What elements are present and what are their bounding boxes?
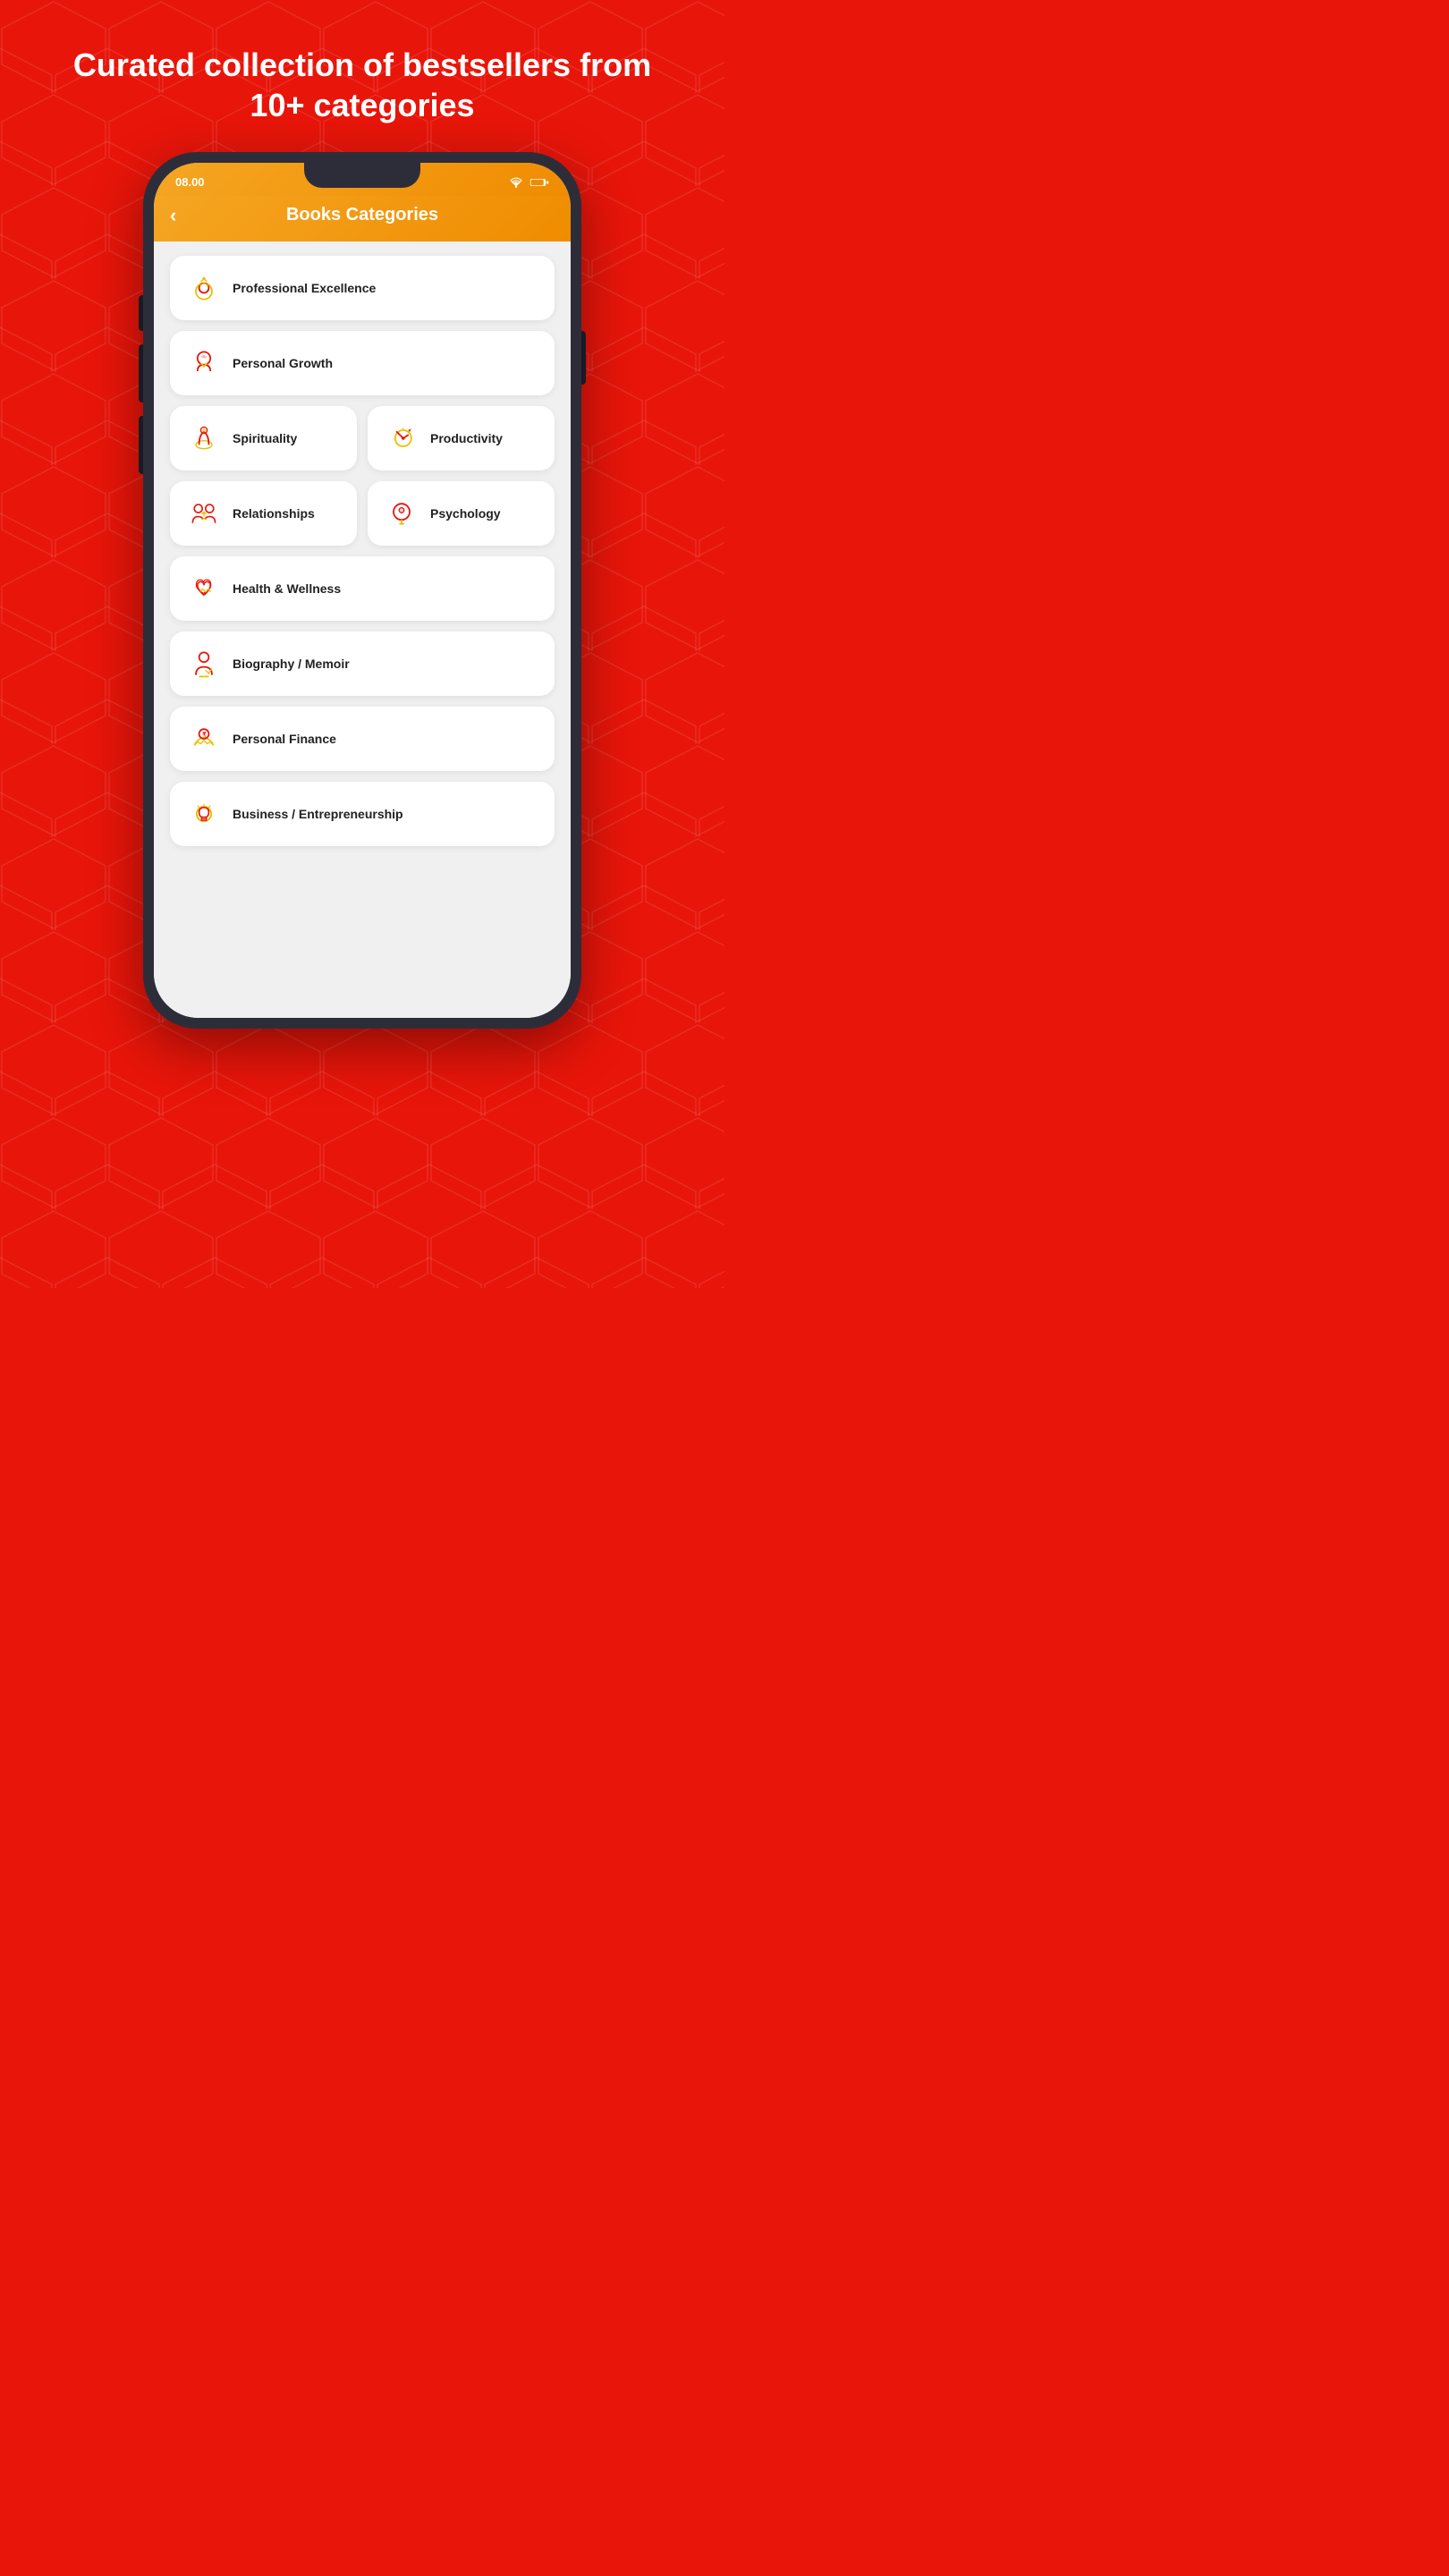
- category-item-health-wellness[interactable]: Health & Wellness: [170, 556, 555, 621]
- biography-memoir-label: Biography / Memoir: [233, 657, 350, 672]
- psychology-icon: [384, 496, 419, 531]
- categories-list: Professional Excellence Personal Growth: [154, 242, 571, 1018]
- back-button[interactable]: ‹: [170, 204, 176, 227]
- business-icon: [186, 796, 222, 832]
- personal-growth-label: Personal Growth: [233, 356, 333, 371]
- phone-screen: 08.00 ‹ Books Categories: [154, 163, 571, 1018]
- relationships-label: Relationships: [233, 506, 315, 521]
- professional-excellence-icon: [186, 270, 222, 306]
- productivity-label: Productivity: [430, 431, 503, 446]
- spirituality-icon: [186, 420, 222, 456]
- phone-mockup: 08.00 ‹ Books Categories: [143, 152, 581, 1029]
- category-item-biography-memoir[interactable]: Biography / Memoir: [170, 631, 555, 696]
- category-row-biography: Biography / Memoir: [170, 631, 555, 696]
- psychology-label: Psychology: [430, 506, 501, 521]
- status-icons: [508, 176, 549, 189]
- category-row-relationships-psychology: Relationships Psychology: [170, 481, 555, 546]
- header-title: Books Categories: [286, 205, 438, 225]
- professional-excellence-label: Professional Excellence: [233, 281, 376, 296]
- biography-memoir-icon: [186, 646, 222, 682]
- battery-icon: [530, 177, 549, 188]
- svg-text:₹: ₹: [202, 730, 207, 738]
- category-row-personal-finance: ₹ Personal Finance: [170, 707, 555, 771]
- status-time: 08.00: [175, 175, 205, 189]
- spirituality-label: Spirituality: [233, 431, 297, 446]
- app-header: ‹ Books Categories: [154, 196, 571, 242]
- productivity-icon: [384, 420, 419, 456]
- health-wellness-icon: [186, 571, 222, 606]
- category-row-spirituality-productivity: Spirituality Produc: [170, 406, 555, 470]
- category-item-professional-excellence[interactable]: Professional Excellence: [170, 256, 555, 320]
- health-wellness-label: Health & Wellness: [233, 581, 341, 597]
- personal-finance-icon: ₹: [186, 721, 222, 757]
- wifi-icon: [508, 176, 524, 189]
- category-row-business: Business / Entrepreneurship: [170, 782, 555, 846]
- category-item-business-entrepreneurship[interactable]: Business / Entrepreneurship: [170, 782, 555, 846]
- category-item-personal-growth[interactable]: Personal Growth: [170, 331, 555, 395]
- category-item-productivity[interactable]: Productivity: [368, 406, 555, 470]
- business-label: Business / Entrepreneurship: [233, 807, 403, 822]
- volume-down-button: [139, 416, 143, 474]
- category-item-relationships[interactable]: Relationships: [170, 481, 357, 546]
- relationships-icon: [186, 496, 222, 531]
- volume-up-button: [139, 344, 143, 402]
- category-item-psychology[interactable]: Psychology: [368, 481, 555, 546]
- silent-button: [139, 295, 143, 331]
- notch: [304, 163, 420, 188]
- category-item-personal-finance[interactable]: ₹ Personal Finance: [170, 707, 555, 771]
- category-row-health: Health & Wellness: [170, 556, 555, 621]
- power-button: [581, 331, 586, 385]
- category-row-personal-growth: Personal Growth: [170, 331, 555, 395]
- category-row-professional: Professional Excellence: [170, 256, 555, 320]
- headline: Curated collection of bestsellers from 1…: [0, 0, 724, 152]
- category-item-spirituality[interactable]: Spirituality: [170, 406, 357, 470]
- personal-growth-icon: [186, 345, 222, 381]
- personal-finance-label: Personal Finance: [233, 732, 336, 747]
